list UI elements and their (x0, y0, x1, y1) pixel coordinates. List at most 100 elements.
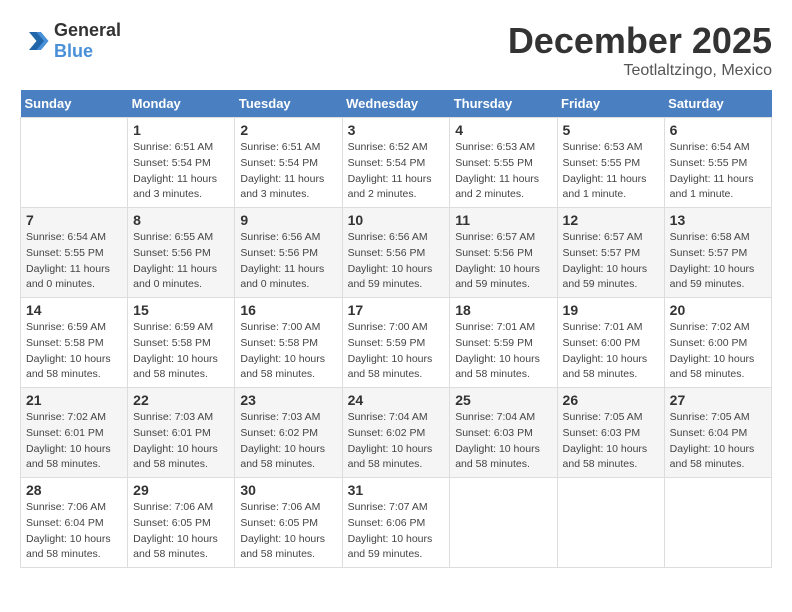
day-number: 25 (455, 392, 551, 408)
calendar-table: SundayMondayTuesdayWednesdayThursdayFrid… (20, 90, 772, 568)
calendar-day-cell: 13 Sunrise: 6:58 AM Sunset: 5:57 PM Dayli… (664, 208, 771, 298)
calendar-day-cell: 29Sunrise: 7:06 AM Sunset: 6:05 PM Dayli… (128, 478, 235, 568)
calendar-header-row: SundayMondayTuesdayWednesdayThursdayFrid… (21, 90, 772, 118)
weekday-header: Sunday (21, 90, 128, 118)
day-info: Sunrise: 7:01 AM Sunset: 6:00 PM Dayligh… (563, 320, 659, 383)
title-section: December 2025 Teotlaltzingo, Mexico (508, 20, 772, 80)
calendar-week-row: 7 Sunrise: 6:54 AM Sunset: 5:55 PM Daylig… (21, 208, 772, 298)
day-number: 22 (133, 392, 229, 408)
day-info: Sunrise: 7:03 AM Sunset: 6:02 PM Dayligh… (240, 410, 336, 473)
calendar-day-cell (664, 478, 771, 568)
calendar-day-cell: 20 Sunrise: 7:02 AM Sunset: 6:00 PM Dayli… (664, 298, 771, 388)
day-info: Sunrise: 7:01 AM Sunset: 5:59 PM Dayligh… (455, 320, 551, 383)
logo-blue: Blue (54, 41, 93, 61)
day-number: 16 (240, 302, 336, 318)
day-info: Sunrise: 6:57 AM Sunset: 5:57 PM Dayligh… (563, 230, 659, 293)
calendar-day-cell: 31 Sunrise: 7:07 AM Sunset: 6:06 PM Dayli… (342, 478, 450, 568)
day-info: Sunrise: 6:54 AM Sunset: 5:55 PM Dayligh… (26, 230, 122, 293)
day-number: 26 (563, 392, 659, 408)
calendar-day-cell: 12 Sunrise: 6:57 AM Sunset: 5:57 PM Dayli… (557, 208, 664, 298)
calendar-day-cell: 2 Sunrise: 6:51 AM Sunset: 5:54 PM Daylig… (235, 118, 342, 208)
calendar-day-cell: 6Sunrise: 6:54 AM Sunset: 5:55 PM Daylig… (664, 118, 771, 208)
calendar-day-cell: 28Sunrise: 7:06 AM Sunset: 6:04 PM Dayli… (21, 478, 128, 568)
logo-icon (20, 26, 50, 56)
day-info: Sunrise: 7:00 AM Sunset: 5:58 PM Dayligh… (240, 320, 336, 383)
day-number: 12 (563, 212, 659, 228)
weekday-header: Friday (557, 90, 664, 118)
day-number: 27 (670, 392, 766, 408)
day-info: Sunrise: 6:56 AM Sunset: 5:56 PM Dayligh… (348, 230, 445, 293)
day-number: 14 (26, 302, 122, 318)
day-info: Sunrise: 6:59 AM Sunset: 5:58 PM Dayligh… (133, 320, 229, 383)
day-number: 3 (348, 122, 445, 138)
calendar-day-cell: 11 Sunrise: 6:57 AM Sunset: 5:56 PM Dayli… (450, 208, 557, 298)
calendar-day-cell: 1 Sunrise: 6:51 AM Sunset: 5:54 PM Daylig… (128, 118, 235, 208)
weekday-header: Tuesday (235, 90, 342, 118)
calendar-day-cell: 18 Sunrise: 7:01 AM Sunset: 5:59 PM Dayli… (450, 298, 557, 388)
day-number: 28 (26, 482, 122, 498)
weekday-header: Monday (128, 90, 235, 118)
calendar-day-cell: 9Sunrise: 6:56 AM Sunset: 5:56 PM Daylig… (235, 208, 342, 298)
day-number: 30 (240, 482, 336, 498)
weekday-header: Saturday (664, 90, 771, 118)
day-info: Sunrise: 6:57 AM Sunset: 5:56 PM Dayligh… (455, 230, 551, 293)
day-info: Sunrise: 6:54 AM Sunset: 5:55 PM Dayligh… (670, 140, 766, 203)
day-info: Sunrise: 6:55 AM Sunset: 5:56 PM Dayligh… (133, 230, 229, 293)
calendar-day-cell: 26Sunrise: 7:05 AM Sunset: 6:03 PM Dayli… (557, 388, 664, 478)
day-info: Sunrise: 7:00 AM Sunset: 5:59 PM Dayligh… (348, 320, 445, 383)
calendar-day-cell: 27 Sunrise: 7:05 AM Sunset: 6:04 PM Dayli… (664, 388, 771, 478)
weekday-header: Thursday (450, 90, 557, 118)
calendar-day-cell (21, 118, 128, 208)
day-info: Sunrise: 6:59 AM Sunset: 5:58 PM Dayligh… (26, 320, 122, 383)
day-number: 11 (455, 212, 551, 228)
day-number: 13 (670, 212, 766, 228)
calendar-week-row: 14 Sunrise: 6:59 AM Sunset: 5:58 PM Dayli… (21, 298, 772, 388)
day-number: 20 (670, 302, 766, 318)
calendar-day-cell: 5Sunrise: 6:53 AM Sunset: 5:55 PM Daylig… (557, 118, 664, 208)
calendar-day-cell: 24 Sunrise: 7:04 AM Sunset: 6:02 PM Dayli… (342, 388, 450, 478)
logo: General Blue (20, 20, 121, 62)
day-info: Sunrise: 7:02 AM Sunset: 6:01 PM Dayligh… (26, 410, 122, 473)
day-number: 2 (240, 122, 336, 138)
day-info: Sunrise: 6:53 AM Sunset: 5:55 PM Dayligh… (563, 140, 659, 203)
day-number: 1 (133, 122, 229, 138)
day-info: Sunrise: 7:04 AM Sunset: 6:03 PM Dayligh… (455, 410, 551, 473)
day-info: Sunrise: 7:05 AM Sunset: 6:04 PM Dayligh… (670, 410, 766, 473)
calendar-day-cell: 19Sunrise: 7:01 AM Sunset: 6:00 PM Dayli… (557, 298, 664, 388)
weekday-header: Wednesday (342, 90, 450, 118)
calendar-week-row: 21 Sunrise: 7:02 AM Sunset: 6:01 PM Dayli… (21, 388, 772, 478)
day-number: 31 (348, 482, 445, 498)
month-title: December 2025 (508, 20, 772, 62)
day-number: 10 (348, 212, 445, 228)
day-number: 21 (26, 392, 122, 408)
location-title: Teotlaltzingo, Mexico (508, 62, 772, 80)
day-info: Sunrise: 7:07 AM Sunset: 6:06 PM Dayligh… (348, 500, 445, 563)
calendar-day-cell: 17Sunrise: 7:00 AM Sunset: 5:59 PM Dayli… (342, 298, 450, 388)
calendar-day-cell: 10 Sunrise: 6:56 AM Sunset: 5:56 PM Dayli… (342, 208, 450, 298)
calendar-day-cell: 4Sunrise: 6:53 AM Sunset: 5:55 PM Daylig… (450, 118, 557, 208)
logo-general: General (54, 20, 121, 40)
day-info: Sunrise: 7:04 AM Sunset: 6:02 PM Dayligh… (348, 410, 445, 473)
day-number: 24 (348, 392, 445, 408)
calendar-day-cell: 8 Sunrise: 6:55 AM Sunset: 5:56 PM Daylig… (128, 208, 235, 298)
day-info: Sunrise: 7:02 AM Sunset: 6:00 PM Dayligh… (670, 320, 766, 383)
calendar-day-cell: 3Sunrise: 6:52 AM Sunset: 5:54 PM Daylig… (342, 118, 450, 208)
day-number: 9 (240, 212, 336, 228)
day-info: Sunrise: 6:51 AM Sunset: 5:54 PM Dayligh… (240, 140, 336, 203)
calendar-day-cell: 14 Sunrise: 6:59 AM Sunset: 5:58 PM Dayli… (21, 298, 128, 388)
calendar-day-cell: 22Sunrise: 7:03 AM Sunset: 6:01 PM Dayli… (128, 388, 235, 478)
calendar-day-cell: 23Sunrise: 7:03 AM Sunset: 6:02 PM Dayli… (235, 388, 342, 478)
day-info: Sunrise: 6:51 AM Sunset: 5:54 PM Dayligh… (133, 140, 229, 203)
day-number: 29 (133, 482, 229, 498)
day-number: 15 (133, 302, 229, 318)
calendar-day-cell (450, 478, 557, 568)
calendar-day-cell: 21 Sunrise: 7:02 AM Sunset: 6:01 PM Dayli… (21, 388, 128, 478)
day-info: Sunrise: 7:06 AM Sunset: 6:05 PM Dayligh… (240, 500, 336, 563)
calendar-day-cell: 30 Sunrise: 7:06 AM Sunset: 6:05 PM Dayli… (235, 478, 342, 568)
day-info: Sunrise: 6:53 AM Sunset: 5:55 PM Dayligh… (455, 140, 551, 203)
page-header: General Blue December 2025 Teotlaltzingo… (20, 20, 772, 80)
day-number: 18 (455, 302, 551, 318)
day-number: 8 (133, 212, 229, 228)
day-number: 7 (26, 212, 122, 228)
day-info: Sunrise: 6:58 AM Sunset: 5:57 PM Dayligh… (670, 230, 766, 293)
